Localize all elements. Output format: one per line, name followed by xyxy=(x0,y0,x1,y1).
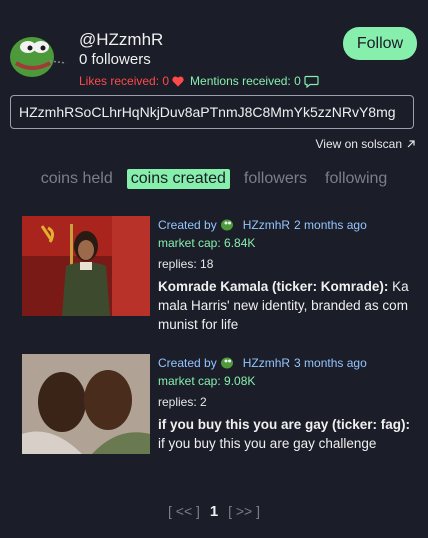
coin-description: if you buy this you are gay challenge xyxy=(158,436,377,451)
view-on-solscan-link[interactable]: View on solscan xyxy=(316,137,417,151)
profile-handle: @HZzmhR xyxy=(79,30,164,49)
coin-thumbnail-icon xyxy=(22,216,150,316)
created-by-label: Created by xyxy=(158,356,217,370)
wallet-address-field[interactable]: HZzmhRSoCLhrHqNkjDuv8aPTnmJ8C8MmYk5zzNRv… xyxy=(10,95,414,129)
creator-avatar-icon xyxy=(220,219,233,231)
external-link-icon xyxy=(407,140,415,148)
coin-image[interactable] xyxy=(22,216,150,316)
current-page: 1 xyxy=(209,503,219,520)
coin-card[interactable]: Created by HZzmhR 2 months ago market ca… xyxy=(22,216,417,336)
created-by-label: Created by xyxy=(158,218,217,232)
pepe-avatar-icon xyxy=(10,37,67,77)
market-cap: market cap: 6.84K xyxy=(158,236,256,250)
created-by-row: Created by HZzmhR 2 months ago xyxy=(158,216,414,234)
creator-link[interactable]: HZzmhR xyxy=(243,216,290,234)
coin-info: Created by HZzmhR 3 months ago market ca… xyxy=(158,354,414,453)
likes-received: Likes received: 0 xyxy=(79,74,184,88)
coin-info: Created by HZzmhR 2 months ago market ca… xyxy=(158,216,414,334)
tab-followers[interactable]: followers xyxy=(240,169,311,189)
profile-stats: Likes received: 0 Mentions received: 0 xyxy=(79,74,319,88)
coin-name: Komrade Kamala (ticker: Komrade): xyxy=(158,279,389,294)
profile-avatar xyxy=(8,33,68,81)
chat-bubble-icon xyxy=(304,75,319,88)
creator-avatar-icon xyxy=(220,357,233,369)
tab-following[interactable]: following xyxy=(321,169,391,189)
prev-page-button[interactable]: [ << ] xyxy=(168,503,200,519)
creator-link[interactable]: HZzmhR xyxy=(243,354,290,372)
coin-title: if you buy this you are gay (ticker: fag… xyxy=(158,415,414,453)
coin-card[interactable]: Created by HZzmhR 3 months ago market ca… xyxy=(22,354,417,474)
mentions-received: Mentions received: 0 xyxy=(190,74,319,88)
tab-coins-created[interactable]: coins created xyxy=(126,169,230,189)
replies-count: replies: 2 xyxy=(158,395,207,409)
likes-label: Likes received: 0 xyxy=(79,74,170,88)
followers-count: 0 followers xyxy=(79,51,151,68)
pagination: [ << ] 1 [ >> ] xyxy=(0,503,428,520)
coin-image[interactable] xyxy=(22,354,150,454)
follow-button[interactable]: Follow xyxy=(343,27,417,60)
created-by-row: Created by HZzmhR 3 months ago xyxy=(158,354,414,372)
coin-age: 3 months ago xyxy=(294,356,367,370)
mentions-label: Mentions received: 0 xyxy=(190,74,301,88)
coin-title: Komrade Kamala (ticker: Komrade): Kamala… xyxy=(158,277,414,334)
coin-age: 2 months ago xyxy=(294,218,367,232)
solscan-label: View on solscan xyxy=(315,137,403,151)
tab-coins-held[interactable]: coins held xyxy=(37,169,117,189)
profile-tabs: coins held coins created followers follo… xyxy=(0,169,428,189)
next-page-button[interactable]: [ >> ] xyxy=(228,503,260,519)
coin-thumbnail-icon xyxy=(22,354,150,454)
replies-count: replies: 18 xyxy=(158,257,214,271)
coin-name: if you buy this you are gay (ticker: fag… xyxy=(158,417,411,432)
market-cap: market cap: 9.08K xyxy=(158,374,256,388)
heart-icon xyxy=(172,76,184,86)
